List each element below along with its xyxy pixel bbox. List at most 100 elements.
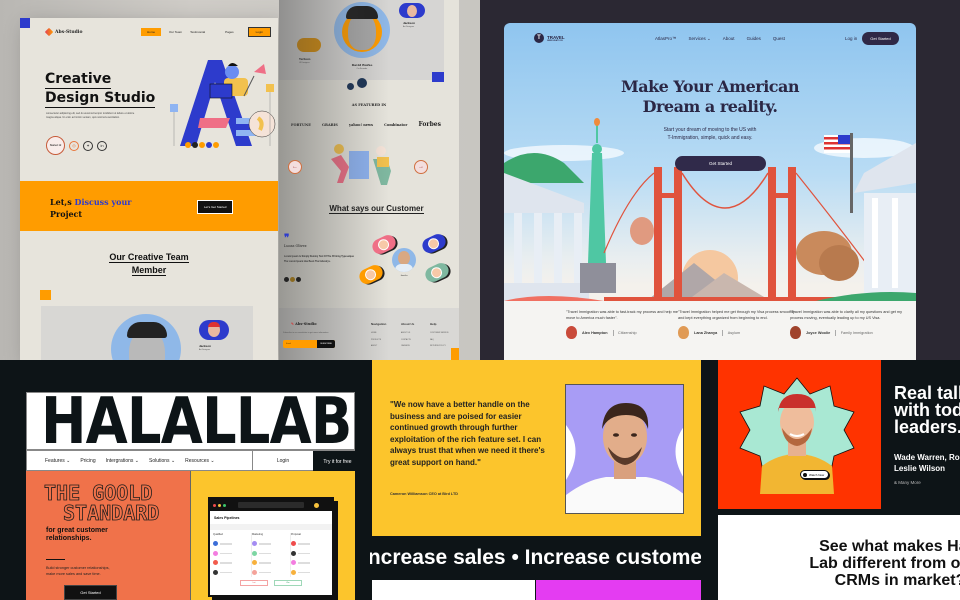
carousel-dot[interactable] bbox=[284, 277, 289, 282]
carousel-dot[interactable] bbox=[199, 142, 205, 148]
customer-pill[interactable] bbox=[356, 262, 386, 287]
pipeline-deal-row[interactable] bbox=[291, 539, 327, 549]
footer-link[interactable]: CAREERS bbox=[401, 343, 414, 350]
divider bbox=[722, 329, 723, 336]
pipeline-deal-row[interactable] bbox=[252, 558, 288, 568]
carousel-dot[interactable] bbox=[296, 277, 301, 282]
nav-guides[interactable]: Guides bbox=[747, 36, 761, 42]
team-member-avatar[interactable] bbox=[111, 314, 181, 360]
testimonial-name: Lucas Oliver. bbox=[284, 244, 308, 248]
app-user-avatar[interactable] bbox=[314, 502, 319, 508]
pipeline-deal-row[interactable] bbox=[252, 549, 288, 559]
nav-about[interactable]: About bbox=[723, 36, 735, 42]
nav-features[interactable]: Features ⌄ bbox=[45, 458, 70, 464]
nav-testimonial[interactable]: Testimonial bbox=[190, 30, 205, 34]
pipeline-deal-row[interactable] bbox=[213, 558, 249, 568]
carousel-dot[interactable] bbox=[206, 142, 212, 148]
lost-button[interactable]: Lost bbox=[240, 580, 268, 586]
pipeline-deal-row[interactable] bbox=[291, 558, 327, 568]
nav-atlaspro[interactable]: AtlasPro™ bbox=[655, 36, 677, 42]
nav-get-started-button[interactable]: Get Started bbox=[862, 32, 899, 45]
bottom-section-white bbox=[372, 580, 535, 600]
featured-logo: FORTUNE bbox=[291, 122, 311, 127]
hero-title-line2: Dream a reality. bbox=[642, 97, 778, 116]
speaker-photo-star bbox=[739, 377, 855, 494]
arrow-right-icon[interactable]: → bbox=[414, 160, 428, 174]
customer-pill[interactable] bbox=[419, 231, 449, 256]
nav-pages[interactable]: Pages bbox=[225, 30, 234, 34]
pipeline-deal-row[interactable] bbox=[291, 549, 327, 559]
team-work-illustration bbox=[331, 144, 391, 185]
nav-solutions[interactable]: Solutions ⌄ bbox=[149, 458, 175, 464]
brush-icon bbox=[44, 27, 54, 37]
abs-navbar: Abs-Studio Home Our Team Testimonial Pag… bbox=[44, 27, 271, 37]
pipeline-deal-row[interactable] bbox=[213, 539, 249, 549]
footer-link[interactable]: CUSTOMER SERVICE bbox=[430, 330, 449, 337]
team-member-avatar[interactable] bbox=[199, 320, 229, 340]
nav-our-team[interactable]: Our Team bbox=[169, 30, 182, 34]
twitter-icon[interactable]: ✦ bbox=[83, 140, 93, 151]
deal-avatar bbox=[213, 560, 218, 566]
app-filter-strip bbox=[210, 524, 332, 530]
abs-logo[interactable]: Abs-Studio bbox=[44, 27, 83, 37]
featured-title: AS FEATURED IN bbox=[351, 103, 387, 107]
get-started-button[interactable]: Get Started bbox=[64, 585, 117, 600]
travel-landing-page: T TRAVEL IMMIGRATION AtlasPro™ Services ⌄… bbox=[504, 23, 916, 360]
team-member-avatar[interactable] bbox=[297, 38, 321, 52]
deal-avatar bbox=[252, 541, 257, 547]
watch-now-button[interactable]: Watch Now bbox=[800, 470, 830, 479]
deal-avatar bbox=[252, 560, 257, 566]
travel-logo[interactable]: T TRAVEL IMMIGRATION bbox=[534, 33, 565, 43]
team-title-line1: Our Creative Team bbox=[109, 252, 189, 263]
carousel-dot[interactable] bbox=[192, 142, 198, 148]
pipeline-deal-row[interactable] bbox=[291, 568, 327, 578]
deal-text-placeholder bbox=[298, 562, 310, 564]
footer-link[interactable]: ABOUT bbox=[371, 343, 386, 350]
customer-pill[interactable] bbox=[422, 260, 452, 285]
halalab-logo[interactable]: HALALLAB bbox=[41, 390, 352, 454]
nav-home[interactable]: Home bbox=[141, 28, 162, 36]
won-button[interactable]: Won bbox=[274, 580, 302, 586]
team-member-avatar[interactable] bbox=[399, 3, 425, 18]
subscribe-button[interactable]: SUBSCRIBE bbox=[317, 340, 335, 348]
newsletter-email-input[interactable]: Email SUBSCRIBE bbox=[283, 340, 335, 348]
testimonial-photo bbox=[565, 384, 684, 514]
nav-pricing[interactable]: Pricing bbox=[80, 458, 95, 464]
hero-title-line1: Creative bbox=[45, 71, 112, 89]
footer-link[interactable]: RETURNS POLICY bbox=[430, 343, 449, 350]
linkedin-icon[interactable]: in bbox=[97, 140, 107, 151]
carousel-dot[interactable] bbox=[290, 277, 295, 282]
team-member-avatar[interactable] bbox=[334, 2, 390, 58]
halalab-navbar: Features ⌄ Pricing Intergrations ⌄ Solut… bbox=[26, 450, 356, 472]
decor-square bbox=[451, 348, 459, 360]
carousel-dot[interactable] bbox=[185, 142, 191, 148]
pipeline-deal-row[interactable] bbox=[213, 549, 249, 559]
pipeline-columns: Qualified Marketing Proposal bbox=[210, 533, 332, 577]
pipeline-deal-row[interactable] bbox=[213, 568, 249, 578]
comparison-heading: See what makes Hala Lab different from o… bbox=[809, 538, 960, 589]
pipeline-deal-row[interactable] bbox=[252, 568, 288, 578]
login-button[interactable]: Login bbox=[247, 27, 271, 37]
pipeline-column: Proposal bbox=[291, 533, 329, 577]
nav-quest[interactable]: Quest bbox=[773, 36, 785, 42]
nav-resources[interactable]: Resources ⌄ bbox=[185, 458, 214, 464]
decor-square bbox=[432, 72, 442, 82]
customer-avatar-center[interactable] bbox=[392, 248, 416, 272]
hero-get-started-button[interactable]: Get Started bbox=[675, 156, 766, 171]
app-search[interactable] bbox=[238, 502, 304, 508]
started-badge[interactable]: Started 12 bbox=[46, 136, 65, 155]
login-button[interactable]: Login bbox=[252, 451, 313, 471]
team-member-name: Teriluvo bbox=[299, 57, 311, 61]
instagram-icon[interactable]: ◎ bbox=[69, 140, 79, 151]
deal-text-placeholder bbox=[220, 571, 232, 573]
login-link[interactable]: Log in bbox=[845, 36, 857, 41]
testimonial-category: Asylum bbox=[727, 330, 741, 335]
pipeline-deal-row[interactable] bbox=[252, 539, 288, 549]
lets-get-started-button[interactable]: Let's Get Started bbox=[197, 200, 234, 214]
try-free-button[interactable]: Try it for free bbox=[313, 451, 356, 472]
talk-title: Real talk with today's leaders. bbox=[894, 383, 960, 437]
arrow-left-icon[interactable]: ← bbox=[288, 160, 302, 174]
carousel-dot[interactable] bbox=[213, 142, 219, 148]
nav-integrations[interactable]: Intergrations ⌄ bbox=[106, 458, 139, 464]
nav-services[interactable]: Services ⌄ bbox=[689, 36, 711, 42]
